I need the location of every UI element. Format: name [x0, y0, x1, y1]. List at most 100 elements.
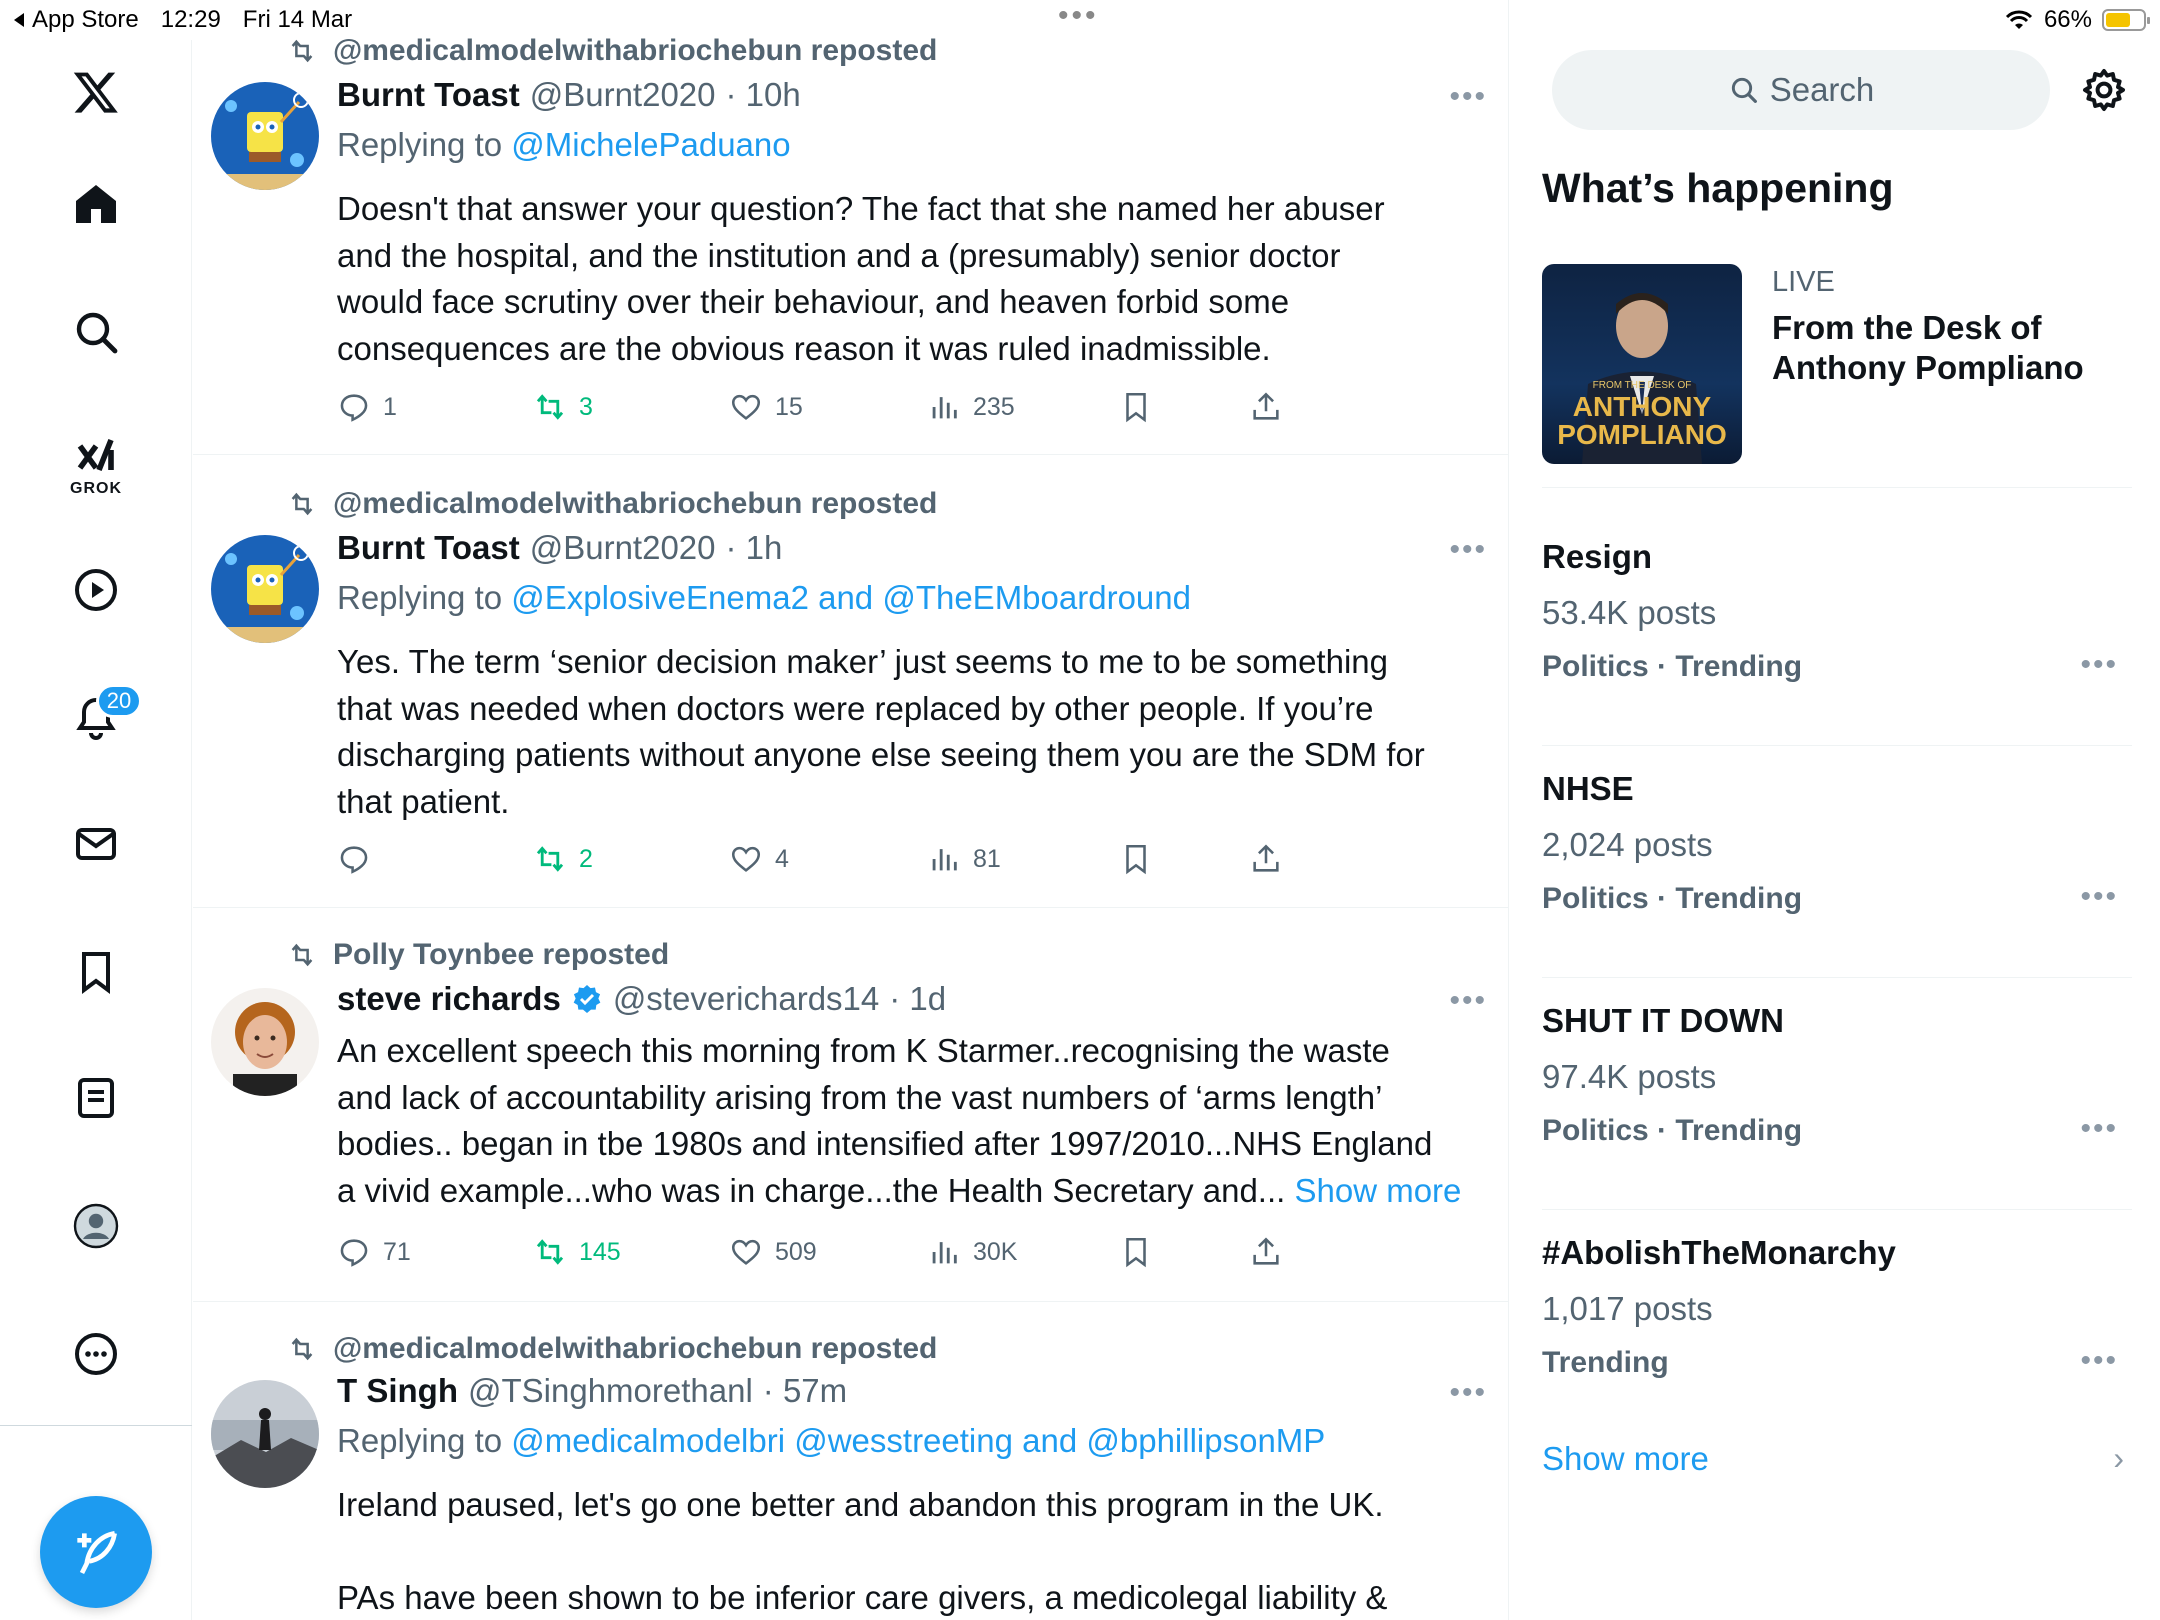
- like-button[interactable]: 15: [729, 385, 803, 429]
- author-name[interactable]: Burnt Toast: [337, 529, 520, 567]
- bookmark-button[interactable]: [1119, 385, 1153, 429]
- x-logo-icon[interactable]: [66, 62, 126, 122]
- tweet-text: Yes. The term ‘senior decision maker’ ju…: [337, 639, 1487, 825]
- like-button[interactable]: 4: [729, 837, 789, 881]
- views-chart-icon: [932, 1242, 957, 1264]
- author-handle[interactable]: @Burnt2020: [530, 76, 716, 114]
- repost-count: 3: [579, 392, 593, 421]
- trend-item[interactable]: SHUT IT DOWN 97.4K posts Politics · Tren…: [1542, 978, 2132, 1210]
- avatar[interactable]: [211, 1380, 319, 1488]
- views-count: 235: [973, 392, 1015, 421]
- tweet-more-icon[interactable]: •••: [1449, 533, 1487, 567]
- bookmark-button[interactable]: [1119, 1230, 1153, 1274]
- share-button[interactable]: [1249, 385, 1283, 429]
- back-app-label: App Store: [32, 6, 139, 33]
- tweet[interactable]: @medicalmodelwithabriochebun reposted T …: [193, 1302, 1508, 1620]
- views-count: 30K: [973, 1237, 1018, 1266]
- author-handle[interactable]: @steverichards14: [613, 980, 879, 1018]
- tweet-header: T Singh @TSinghmorethanl · 57m: [337, 1372, 847, 1410]
- share-button[interactable]: [1249, 837, 1283, 881]
- live-event-image: FROM THE DESK OF ANTHONY POMPLIANO: [1542, 264, 1742, 464]
- trend-item[interactable]: Resign 53.4K posts Politics · Trending •…: [1542, 514, 2132, 746]
- show-more-trends-link[interactable]: Show more ›: [1542, 1440, 2132, 1490]
- bookmarks-icon[interactable]: [66, 942, 126, 1002]
- tweet-text-line: would face scrutiny over their behaviour…: [337, 283, 1290, 320]
- author-name[interactable]: Burnt Toast: [337, 76, 520, 114]
- author-handle[interactable]: @Burnt2020: [530, 529, 716, 567]
- trend-more-icon[interactable]: •••: [2080, 1112, 2118, 1146]
- trend-name: SHUT IT DOWN: [1542, 1002, 1784, 1039]
- compose-post-button[interactable]: [40, 1496, 152, 1608]
- like-button[interactable]: 509: [729, 1230, 817, 1274]
- views-button[interactable]: 81: [927, 837, 1001, 881]
- share-icon: [1253, 392, 1279, 420]
- views-button[interactable]: 235: [927, 385, 1015, 429]
- tweet-more-icon[interactable]: •••: [1449, 80, 1487, 114]
- whats-happening-heading: What’s happening: [1542, 165, 1894, 211]
- tweet[interactable]: Polly Toynbee reposted steve richards @s…: [193, 908, 1508, 1302]
- tweet-text-line: and lack of accountability arising from …: [337, 1078, 1383, 1116]
- share-icon: [1253, 1237, 1279, 1265]
- search-input[interactable]: Search: [1552, 50, 2050, 130]
- back-to-app-button[interactable]: App Store: [12, 6, 139, 34]
- live-event-title: From the Desk of Anthony Pompliano: [1772, 309, 2084, 386]
- trend-more-icon[interactable]: •••: [2080, 1344, 2118, 1378]
- tweet-text-line: [337, 1529, 1487, 1576]
- profile-icon[interactable]: [66, 1196, 126, 1256]
- grok-label: GROK: [70, 480, 122, 497]
- bookmark-button[interactable]: [1119, 837, 1153, 881]
- settings-gear-icon[interactable]: [2080, 66, 2128, 114]
- reply-bubble-icon: [340, 1239, 368, 1267]
- reply-count: 71: [383, 1237, 411, 1266]
- tweet-more-icon[interactable]: •••: [1449, 984, 1487, 1018]
- trend-item[interactable]: NHSE 2,024 posts Politics · Trending •••: [1542, 746, 2132, 978]
- live-event-card[interactable]: FROM THE DESK OF ANTHONY POMPLIANO LIVE …: [1542, 264, 2132, 488]
- repost-small-icon: [291, 39, 313, 63]
- reply-bubble-icon: [340, 394, 368, 422]
- more-options-circle-icon[interactable]: [66, 1324, 126, 1384]
- lists-icon[interactable]: [66, 1068, 126, 1128]
- explore-search-icon[interactable]: [66, 302, 126, 362]
- replying-to-handle[interactable]: @MichelePaduano: [511, 126, 790, 163]
- tweet-more-icon[interactable]: •••: [1449, 1376, 1487, 1410]
- tweet-text-line: An excellent speech this morning from K …: [337, 1032, 1390, 1069]
- reply-button[interactable]: 1: [337, 385, 397, 429]
- repost-small-icon: [291, 1337, 313, 1361]
- avatar[interactable]: [211, 82, 319, 190]
- author-name[interactable]: steve richards: [337, 980, 561, 1018]
- replying-to-handle[interactable]: @ExplosiveEnema2 and @TheEMboardround: [511, 579, 1191, 616]
- tweet-time[interactable]: · 57m: [763, 1372, 847, 1410]
- author-handle[interactable]: @TSinghmorethanl: [468, 1372, 753, 1410]
- author-name[interactable]: T Singh: [337, 1372, 458, 1410]
- trend-more-icon[interactable]: •••: [2080, 880, 2118, 914]
- tweet[interactable]: @medicalmodelwithabriochebun reposted Bu…: [193, 0, 1508, 455]
- repost-indicator: @medicalmodelwithabriochebun reposted: [285, 1332, 937, 1366]
- messages-envelope-icon[interactable]: [66, 814, 126, 874]
- avatar[interactable]: [211, 535, 319, 643]
- views-button[interactable]: 30K: [927, 1230, 1017, 1274]
- home-icon[interactable]: [66, 174, 126, 234]
- reply-button[interactable]: 71: [337, 1230, 411, 1274]
- reply-bubble-icon: [340, 846, 368, 874]
- repost-button[interactable]: 2: [533, 837, 593, 881]
- tweet[interactable]: @medicalmodelwithabriochebun reposted Bu…: [193, 455, 1508, 908]
- trend-item[interactable]: #AbolishTheMonarchy 1,017 posts Trending…: [1542, 1210, 2132, 1442]
- grok-icon[interactable]: [66, 428, 126, 488]
- avatar[interactable]: [211, 988, 319, 1096]
- tweet-time[interactable]: · 10h: [726, 76, 801, 114]
- thumbnail-line1: ANTHONY: [1572, 391, 1712, 422]
- share-button[interactable]: [1249, 1230, 1283, 1274]
- reply-button[interactable]: [337, 837, 383, 881]
- show-more-link[interactable]: Show more: [1295, 1172, 1462, 1209]
- video-play-icon[interactable]: [66, 560, 126, 620]
- views-chart-icon: [932, 849, 957, 871]
- tweet-text: Doesn't that answer your question? The f…: [337, 186, 1487, 372]
- trend-name: NHSE: [1542, 770, 1634, 807]
- tweet-time[interactable]: · 1d: [889, 980, 946, 1018]
- trend-more-icon[interactable]: •••: [2080, 648, 2118, 682]
- tweet-time[interactable]: · 1h: [726, 529, 783, 567]
- repost-button[interactable]: 3: [533, 385, 593, 429]
- heart-icon: [731, 846, 761, 872]
- replying-to-handle[interactable]: @medicalmodelbri @wesstreeting and @bphi…: [511, 1422, 1325, 1459]
- repost-button[interactable]: 145: [533, 1230, 621, 1274]
